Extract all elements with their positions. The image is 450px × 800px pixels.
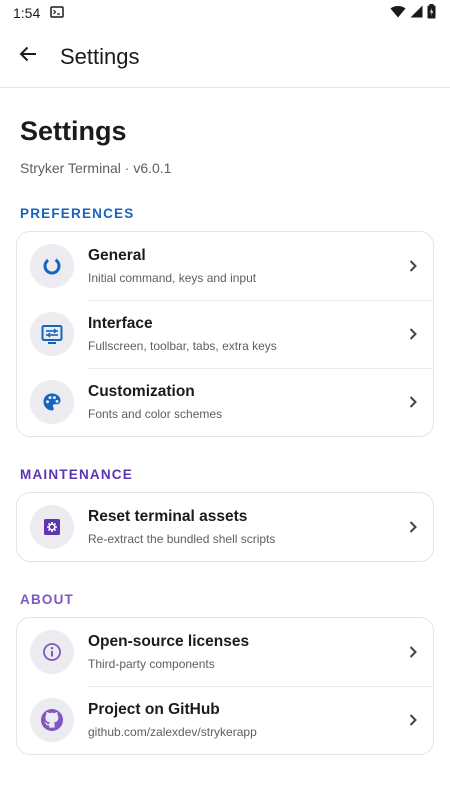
settings-item-subtitle: Re-extract the bundled shell scripts: [88, 532, 276, 546]
palette-icon: [30, 380, 74, 424]
chevron-right-icon: [393, 396, 433, 408]
chevron-right-icon: [393, 260, 433, 272]
settings-content: Settings Stryker Terminal · v6.0.1 PREFE…: [0, 88, 450, 755]
settings-item-customization[interactable]: Customization Fonts and color schemes: [17, 368, 433, 436]
arrow-back-icon: [19, 46, 37, 67]
settings-item-subtitle: Third-party components: [88, 657, 215, 671]
status-bar: 1:54: [0, 0, 450, 26]
page-subtitle: Stryker Terminal · v6.0.1: [20, 160, 172, 176]
wifi-icon: [390, 5, 406, 21]
settings-item-licenses[interactable]: Open-source licenses Third-party compone…: [17, 618, 433, 686]
back-button[interactable]: [0, 29, 56, 85]
info-icon: [30, 630, 74, 674]
section-header-about: ABOUT: [20, 592, 74, 607]
chevron-right-icon: [393, 521, 433, 533]
about-card: Open-source licenses Third-party compone…: [16, 617, 434, 755]
settings-item-title: Project on GitHub: [88, 701, 220, 718]
status-time: 1:54: [13, 5, 41, 21]
settings-item-interface[interactable]: Interface Fullscreen, toolbar, tabs, ext…: [17, 300, 433, 368]
donut-icon: [30, 244, 74, 288]
page-title: Settings: [20, 116, 127, 146]
chevron-right-icon: [393, 646, 433, 658]
terminal-notification-icon: [50, 5, 64, 21]
app-bar: Settings: [0, 26, 450, 88]
maintenance-card: Reset terminal assets Re-extract the bun…: [16, 492, 434, 562]
settings-item-title: Open-source licenses: [88, 633, 250, 650]
settings-square-icon: [30, 505, 74, 549]
settings-item-subtitle: Initial command, keys and input: [88, 271, 257, 285]
settings-item-title: General: [88, 247, 146, 264]
settings-item-general[interactable]: General Initial command, keys and input: [17, 232, 433, 300]
settings-item-title: Reset terminal assets: [88, 508, 248, 525]
settings-item-title: Customization: [88, 383, 195, 400]
settings-item-subtitle: Fonts and color schemes: [88, 407, 223, 421]
settings-item-title: Interface: [88, 315, 153, 332]
section-header-maintenance: MAINTENANCE: [20, 467, 133, 482]
chevron-right-icon: [393, 328, 433, 340]
chevron-right-icon: [393, 714, 433, 726]
toolbar-icon: [30, 312, 74, 356]
settings-item-subtitle: Fullscreen, toolbar, tabs, extra keys: [88, 339, 277, 353]
section-header-preferences: PREFERENCES: [20, 206, 135, 221]
app-bar-title: Settings: [60, 43, 140, 69]
settings-item-github[interactable]: Project on GitHub github.com/zalexdev/st…: [17, 686, 433, 754]
preferences-card: General Initial command, keys and input …: [16, 231, 434, 437]
battery-icon: [427, 4, 436, 22]
signal-icon: [410, 5, 423, 21]
settings-item-reset-assets[interactable]: Reset terminal assets Re-extract the bun…: [17, 493, 433, 561]
github-icon: [30, 698, 74, 742]
settings-item-subtitle: github.com/zalexdev/strykerapp: [88, 725, 257, 739]
